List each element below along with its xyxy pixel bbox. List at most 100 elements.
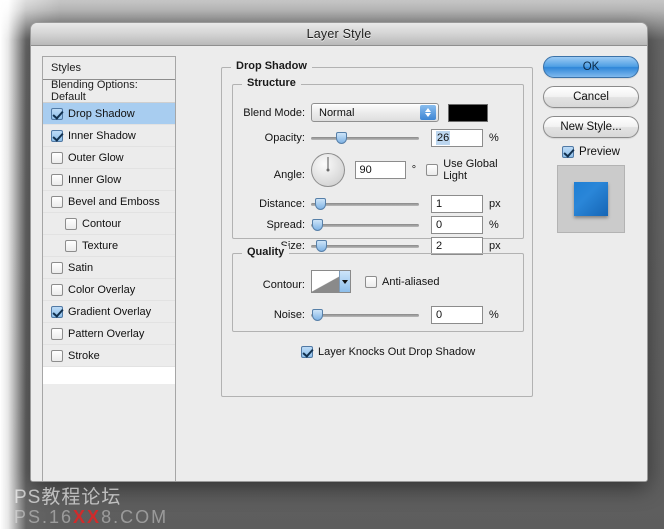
- spread-unit: %: [489, 219, 499, 231]
- quality-group-label: Quality: [242, 246, 290, 258]
- noise-slider[interactable]: [311, 308, 419, 322]
- opacity-value: 26: [436, 131, 451, 145]
- style-row[interactable]: Inner Shadow: [43, 125, 175, 147]
- anti-aliased-checkbox[interactable]: [365, 275, 377, 288]
- style-enable-checkbox[interactable]: [51, 173, 63, 186]
- distance-label: Distance:: [259, 198, 305, 210]
- opacity-row: Opacity: 26 %: [265, 129, 499, 147]
- blend-mode-select[interactable]: Normal: [311, 103, 439, 122]
- style-row[interactable]: Contour: [43, 213, 175, 235]
- opacity-slider-knob[interactable]: [336, 132, 347, 144]
- opacity-unit: %: [489, 132, 499, 144]
- style-enable-checkbox[interactable]: [65, 217, 77, 230]
- noise-unit: %: [489, 309, 499, 321]
- distance-slider-track: [311, 203, 419, 206]
- blend-mode-stepper-icon[interactable]: [420, 105, 436, 120]
- style-row[interactable]: Gradient Overlay: [43, 301, 175, 323]
- style-row-label: Color Overlay: [68, 283, 136, 296]
- distance-slider-knob[interactable]: [315, 198, 326, 210]
- styles-list: Drop Shadow Inner Shadow Outer Glow Inner G…: [43, 103, 175, 367]
- spread-value: 0: [436, 219, 443, 231]
- shadow-color-swatch[interactable]: [448, 103, 488, 122]
- anti-aliased-row[interactable]: Anti-aliased: [365, 275, 440, 288]
- preview-toggle-row[interactable]: Preview: [543, 146, 639, 158]
- opacity-input[interactable]: 26: [431, 129, 483, 147]
- anti-aliased-label: Anti-aliased: [382, 275, 440, 288]
- style-enable-checkbox[interactable]: [51, 107, 63, 120]
- style-enable-checkbox[interactable]: [51, 151, 63, 164]
- styles-panel-header: Styles: [43, 57, 175, 80]
- styles-list-empty-area: [43, 384, 175, 481]
- triangle-down-icon: [342, 279, 348, 284]
- noise-value: 0: [436, 309, 443, 321]
- distance-input[interactable]: 1: [431, 195, 483, 213]
- style-row[interactable]: Outer Glow: [43, 147, 175, 169]
- style-row-label: Contour: [82, 217, 122, 230]
- layer-knocks-out-row[interactable]: Layer Knocks Out Drop Shadow: [301, 346, 475, 358]
- style-row-label: Pattern Overlay: [68, 327, 145, 340]
- style-row-label: Stroke: [68, 349, 100, 362]
- blend-mode-row: Blend Mode: Normal: [243, 103, 488, 122]
- style-enable-checkbox[interactable]: [51, 327, 63, 340]
- noise-slider-knob[interactable]: [312, 309, 323, 321]
- new-style-button[interactable]: New Style...: [543, 116, 639, 138]
- style-enable-checkbox[interactable]: [51, 349, 63, 362]
- contour-dropdown-arrow-icon[interactable]: [339, 271, 350, 292]
- drop-shadow-group-label: Drop Shadow: [231, 60, 312, 72]
- preview-label: Preview: [579, 146, 620, 158]
- style-row[interactable]: Satin: [43, 257, 175, 279]
- use-global-light-checkbox[interactable]: [426, 164, 439, 176]
- layer-knocks-out-label: Layer Knocks Out Drop Shadow: [318, 346, 476, 358]
- preview-shape: [574, 182, 608, 216]
- style-row[interactable]: Stroke: [43, 345, 175, 367]
- distance-value: 1: [436, 198, 443, 210]
- angle-dial-hub: [326, 168, 330, 172]
- style-row-label: Gradient Overlay: [68, 305, 152, 318]
- layer-style-dialog: Layer Style Styles Blending Options: Def…: [30, 22, 648, 482]
- dialog-title: Layer Style: [306, 27, 372, 41]
- cancel-button[interactable]: Cancel: [543, 86, 639, 108]
- style-enable-checkbox[interactable]: [51, 129, 63, 142]
- angle-input[interactable]: 90: [354, 161, 406, 179]
- use-global-light-row[interactable]: Use Global Light: [426, 158, 523, 182]
- style-enable-checkbox[interactable]: [51, 195, 63, 208]
- spread-slider-knob[interactable]: [312, 219, 323, 231]
- style-row[interactable]: Color Overlay: [43, 279, 175, 301]
- style-row[interactable]: Pattern Overlay: [43, 323, 175, 345]
- distance-slider[interactable]: [311, 197, 419, 211]
- style-row[interactable]: Texture: [43, 235, 175, 257]
- noise-label: Noise:: [273, 309, 305, 321]
- styles-header-label: Styles: [51, 62, 81, 74]
- size-value: 2: [436, 240, 443, 252]
- size-slider[interactable]: [311, 239, 419, 253]
- style-row[interactable]: Drop Shadow: [43, 103, 175, 125]
- dialog-titlebar[interactable]: Layer Style: [31, 23, 647, 46]
- dialog-actions: OK Cancel New Style... Preview: [543, 56, 639, 481]
- spread-slider[interactable]: [311, 218, 419, 232]
- style-enable-checkbox[interactable]: [51, 261, 63, 274]
- distance-row: Distance: 1 px: [259, 195, 501, 213]
- layer-knocks-out-checkbox[interactable]: [301, 346, 313, 358]
- opacity-slider[interactable]: [311, 131, 419, 145]
- spread-input[interactable]: 0: [431, 216, 483, 234]
- style-row[interactable]: Bevel and Emboss: [43, 191, 175, 213]
- size-slider-track: [311, 245, 419, 248]
- style-row[interactable]: Inner Glow: [43, 169, 175, 191]
- contour-row: Contour: Anti-aliased: [263, 270, 440, 293]
- contour-preview[interactable]: [311, 270, 351, 293]
- preview-thumbnail: [557, 165, 625, 233]
- spread-slider-track: [311, 224, 419, 227]
- angle-dial[interactable]: [311, 153, 345, 187]
- quality-group: Quality Contour: Anti-aliased Noise: 0 %: [232, 246, 524, 332]
- angle-row: Angle: 90 ° Use Global Light: [274, 153, 523, 187]
- noise-input[interactable]: 0: [431, 306, 483, 324]
- spread-label: Spread:: [266, 219, 305, 231]
- opacity-slider-track: [311, 137, 419, 140]
- preview-checkbox[interactable]: [562, 146, 575, 158]
- ok-button[interactable]: OK: [543, 56, 639, 78]
- style-enable-checkbox[interactable]: [51, 305, 63, 318]
- style-enable-checkbox[interactable]: [51, 283, 63, 296]
- style-enable-checkbox[interactable]: [65, 239, 77, 252]
- size-slider-knob[interactable]: [316, 240, 327, 252]
- blending-options-row[interactable]: Blending Options: Default: [43, 79, 175, 103]
